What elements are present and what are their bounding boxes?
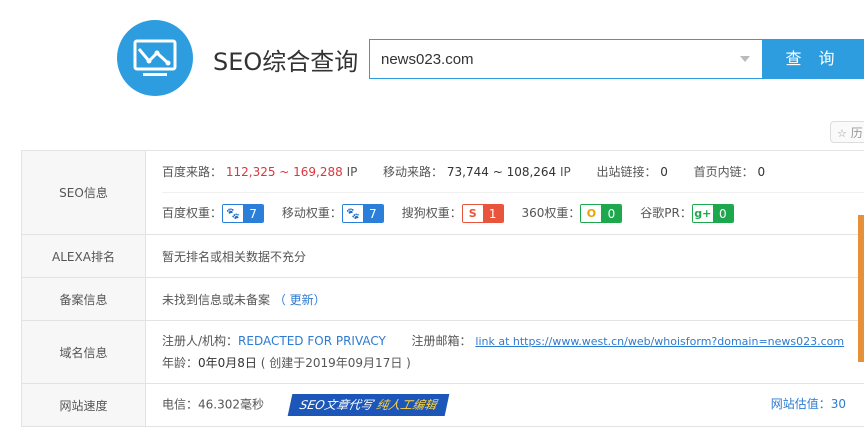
- seo-info-label: SEO信息: [22, 151, 146, 235]
- side-float-tab[interactable]: [858, 215, 864, 362]
- mobile-traffic-value: 73,744 ~ 108,264: [447, 165, 556, 179]
- update-link[interactable]: （ 更新）: [274, 293, 326, 307]
- table-row: 网站速度 电信：46.302毫秒 SEO文章代写 纯人工编辑 网站估值：30: [22, 384, 864, 427]
- speed-label: 网站速度: [22, 384, 146, 427]
- baidu-traffic-value: 112,325 ~ 169,288: [226, 165, 343, 179]
- mobile-rank-badge[interactable]: 🐾7: [342, 204, 384, 223]
- domain-age-value: 0年0月8日: [198, 356, 257, 370]
- history-button[interactable]: ☆ 历: [830, 121, 864, 143]
- traffic-line: 百度来路： 112,325 ~ 169,288 IP 移动来路： 73,744 …: [162, 152, 864, 192]
- alexa-text: 暂无排名或相关数据不充分: [162, 250, 306, 264]
- seo-logo: [117, 20, 193, 96]
- paw-icon: 🐾: [343, 205, 363, 222]
- seo-writing-ad-banner[interactable]: SEO文章代写 纯人工编辑: [288, 394, 449, 416]
- search-button[interactable]: 查 询: [762, 39, 864, 79]
- monitor-chart-icon: [117, 20, 193, 96]
- whois-email-link[interactable]: link at https://www.west.cn/web/whoisfor…: [475, 335, 844, 348]
- created-date: ( 创建于2019年09月17日 ): [261, 356, 411, 370]
- sogou-rank-badge[interactable]: S1: [462, 204, 504, 223]
- registrant-value: REDACTED FOR PRIVACY: [238, 334, 386, 348]
- home-internal-links-value: 0: [757, 165, 765, 179]
- rank-line: 百度权重：🐾7 移动权重：🐾7 搜狗权重：S1 360权重：O0 谷歌PR：g+…: [162, 192, 864, 233]
- alexa-label: ALEXA排名: [22, 235, 146, 278]
- search-value: news023.com: [381, 51, 474, 68]
- beian-label: 备案信息: [22, 278, 146, 321]
- table-row: 备案信息 未找到信息或未备案 （ 更新）: [22, 278, 864, 321]
- paw-icon: 🐾: [223, 205, 243, 222]
- dropdown-caret-icon[interactable]: [740, 56, 750, 62]
- site-estimate-link[interactable]: 网站估值：30: [771, 395, 846, 412]
- history-icon: ☆: [837, 127, 847, 140]
- google-plus-icon: g+: [693, 205, 713, 222]
- outbound-links-value: 0: [660, 165, 668, 179]
- table-row: ALEXA排名 暂无排名或相关数据不充分: [22, 235, 864, 278]
- sogou-icon: S: [463, 205, 483, 222]
- baidu-rank-badge[interactable]: 🐾7: [222, 204, 264, 223]
- seo-info-table: SEO信息 百度来路： 112,325 ~ 169,288 IP 移动来路： 7…: [21, 150, 864, 427]
- domain-search-input[interactable]: news023.com: [369, 39, 763, 79]
- 360-icon: O: [581, 205, 601, 222]
- google-pr-badge[interactable]: g+0: [692, 204, 734, 223]
- beian-text: 未找到信息或未备案: [162, 293, 270, 307]
- 360-rank-badge[interactable]: O0: [580, 204, 622, 223]
- table-row: SEO信息 百度来路： 112,325 ~ 169,288 IP 移动来路： 7…: [22, 151, 864, 235]
- page-title: SEO综合查询: [213, 42, 358, 77]
- table-row: 域名信息 注册人/机构：REDACTED FOR PRIVACY 注册邮箱： l…: [22, 321, 864, 384]
- domain-info-label: 域名信息: [22, 321, 146, 384]
